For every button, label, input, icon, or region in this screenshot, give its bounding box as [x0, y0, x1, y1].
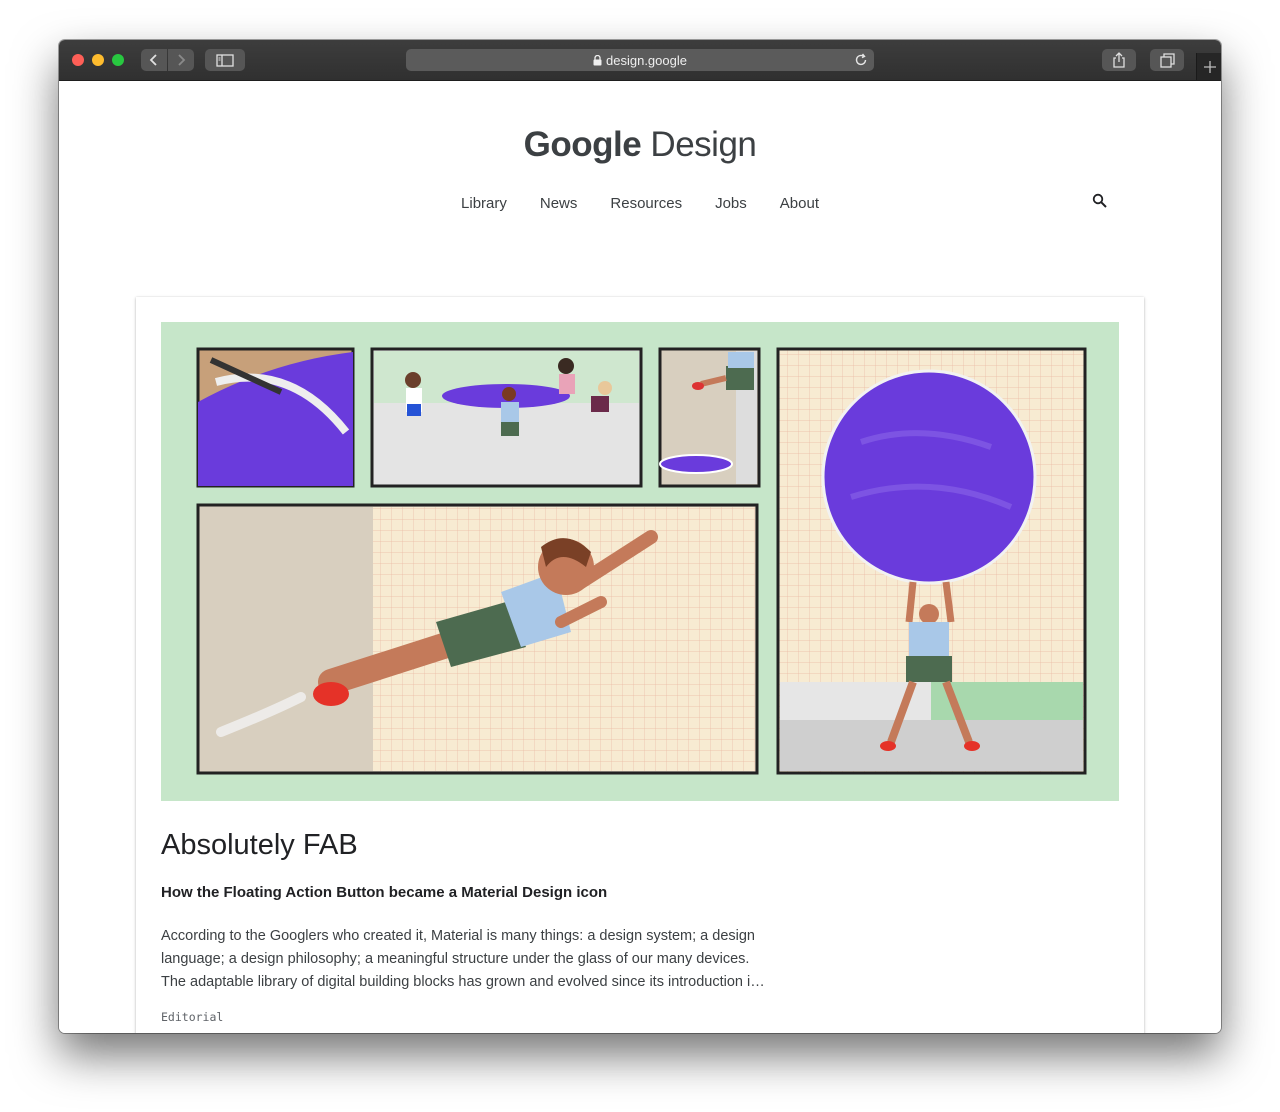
- article-card[interactable]: Absolutely FAB How the Floating Action B…: [136, 297, 1144, 1033]
- nav-item-resources[interactable]: Resources: [610, 195, 682, 212]
- share-icon: [1113, 52, 1125, 68]
- article-title[interactable]: Absolutely FAB: [161, 829, 358, 862]
- forward-button[interactable]: [168, 49, 194, 71]
- main-nav: Library News Resources Jobs About: [59, 195, 1221, 212]
- browser-window: design.google Google Design Library News…: [59, 40, 1221, 1033]
- browser-toolbar: design.google: [59, 40, 1221, 81]
- nav-item-about[interactable]: About: [780, 195, 819, 212]
- back-icon: [149, 54, 157, 66]
- forward-icon: [178, 54, 186, 66]
- article-tag[interactable]: Editorial: [161, 1010, 223, 1024]
- tabs-icon: [1159, 52, 1175, 68]
- lock-icon: [593, 54, 602, 65]
- article-subtitle: How the Floating Action Button became a …: [161, 884, 608, 901]
- address-bar[interactable]: design.google: [406, 49, 874, 71]
- plus-icon: [1203, 60, 1216, 73]
- nav-item-library[interactable]: Library: [461, 195, 507, 212]
- nav-item-news[interactable]: News: [540, 195, 578, 212]
- share-button[interactable]: [1102, 49, 1136, 71]
- logo-google-text: Google: [523, 125, 642, 164]
- excerpt-line: language; a design philosophy; a meaning…: [161, 951, 750, 967]
- article-excerpt: According to the Googlers who created it…: [161, 925, 821, 994]
- new-tab-button[interactable]: [1196, 53, 1221, 80]
- sidebar-toggle-button[interactable]: [205, 49, 245, 71]
- excerpt-line: According to the Googlers who created it…: [161, 928, 755, 944]
- nav-item-jobs[interactable]: Jobs: [715, 195, 747, 212]
- close-window-button[interactable]: [72, 54, 84, 66]
- search-icon[interactable]: [1092, 193, 1108, 209]
- article-hero-image: [161, 322, 1119, 801]
- page-content: Google Design Library News Resources Job…: [59, 81, 1221, 1033]
- back-button[interactable]: [141, 49, 167, 71]
- address-text: design.google: [606, 52, 687, 68]
- minimize-window-button[interactable]: [92, 54, 104, 66]
- reload-icon[interactable]: [854, 53, 868, 67]
- logo-design-text: Design: [650, 125, 757, 164]
- sidebar-icon: [216, 53, 234, 67]
- google-design-logo[interactable]: Google Design: [59, 125, 1221, 165]
- tab-overview-button[interactable]: [1150, 49, 1184, 71]
- zoom-window-button[interactable]: [112, 54, 124, 66]
- excerpt-line: The adaptable library of digital buildin…: [161, 974, 765, 990]
